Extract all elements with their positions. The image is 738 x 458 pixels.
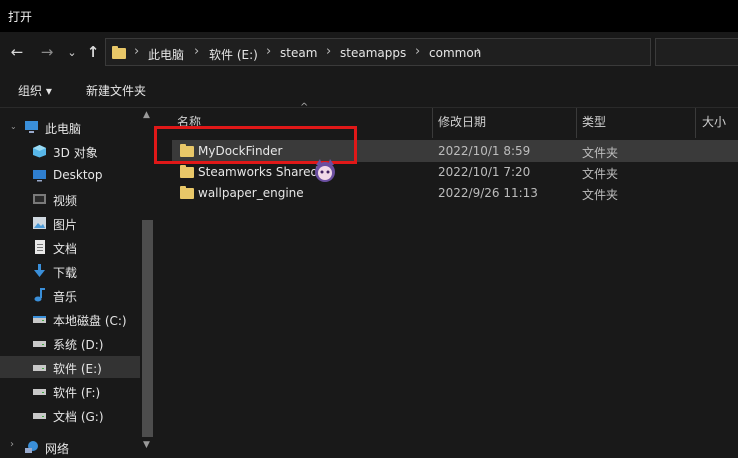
column-header-type[interactable]: 类型 — [582, 113, 606, 130]
file-date: 2022/10/1 8:59 — [438, 144, 531, 158]
network-icon — [25, 441, 38, 453]
folder-icon — [180, 165, 194, 178]
picture-icon — [33, 217, 46, 229]
sidebar-item-label: 3D 对象 — [53, 146, 98, 160]
sidebar-item-drive-c[interactable]: 本地磁盘 (C:) — [0, 308, 140, 330]
folder-icon — [180, 186, 194, 199]
chevron-right-icon: › — [326, 44, 332, 59]
sidebar-item-label: 软件 (F:) — [53, 386, 101, 400]
file-row[interactable]: wallpaper_engine 2022/9/26 11:13 文件夹 — [172, 182, 738, 204]
video-icon — [33, 194, 46, 204]
breadcrumb-steamapps[interactable]: steamapps — [340, 46, 406, 60]
file-row[interactable]: Steamworks Shared 2022/10/1 7:20 文件夹 — [172, 161, 738, 183]
sidebar-item-drive-e[interactable]: 软件 (E:) — [0, 356, 140, 378]
column-divider[interactable] — [576, 108, 577, 138]
column-divider[interactable] — [432, 108, 433, 138]
breadcrumb-this-pc[interactable]: 此电脑 — [148, 46, 184, 63]
column-header-date[interactable]: 修改日期 — [438, 113, 486, 130]
file-type: 文件夹 — [582, 188, 619, 202]
drive-icon — [33, 365, 46, 371]
file-date: 2022/10/1 7:20 — [438, 165, 531, 179]
sidebar-item-label: 图片 — [53, 218, 78, 232]
scroll-down-icon[interactable]: ▼ — [143, 440, 150, 450]
breadcrumb-drive-e[interactable]: 软件 (E:) — [209, 46, 258, 63]
scroll-up-icon[interactable]: ▲ — [143, 110, 150, 120]
sidebar-item-videos[interactable]: 视频 — [0, 188, 140, 210]
chevron-right-icon: › — [415, 44, 421, 59]
drive-icon — [33, 389, 46, 395]
download-icon — [34, 264, 45, 277]
search-input[interactable] — [655, 38, 738, 66]
sidebar-item-drive-d[interactable]: 系统 (D:) — [0, 332, 140, 354]
sidebar-item-label: Desktop — [53, 168, 103, 182]
scrollbar-thumb[interactable] — [142, 220, 153, 437]
sidebar-item-label: 网络 — [45, 442, 70, 456]
chevron-right-icon[interactable]: › — [10, 439, 14, 450]
sidebar-item-this-pc[interactable]: ⌄ 此电脑 — [0, 116, 140, 138]
sidebar-item-label: 软件 (E:) — [53, 362, 102, 376]
file-type: 文件夹 — [582, 167, 619, 181]
sidebar-item-label: 此电脑 — [45, 122, 82, 136]
sidebar-item-label: 系统 (D:) — [53, 338, 104, 352]
breadcrumb-steam[interactable]: steam — [280, 46, 317, 60]
cursor-pet-icon — [315, 159, 335, 182]
chevron-down-icon[interactable]: ⌄ — [10, 122, 17, 131]
chevron-right-icon: › — [134, 44, 140, 59]
pc-icon — [25, 121, 38, 133]
command-bar: 组织 ▾ 新建文件夹 — [0, 72, 738, 108]
desktop-icon — [33, 170, 46, 182]
sidebar-item-drive-f[interactable]: 软件 (F:) — [0, 380, 140, 402]
drive-icon — [33, 413, 46, 419]
sidebar-item-3d-objects[interactable]: 3D 对象 — [0, 140, 140, 162]
recent-locations-button[interactable]: ⌄ — [61, 32, 83, 72]
sort-ascending-icon: ^ — [300, 102, 309, 113]
up-button[interactable]: ↑ — [82, 32, 104, 72]
address-bar[interactable]: › 此电脑 › 软件 (E:) › steam › steamapps › co… — [105, 38, 706, 66]
chevron-right-icon: › — [266, 44, 272, 59]
sidebar-item-music[interactable]: 音乐 — [0, 284, 140, 306]
breadcrumb-common[interactable]: common — [429, 46, 481, 60]
file-name: wallpaper_engine — [198, 186, 304, 200]
back-button[interactable]: ← — [6, 32, 28, 72]
column-divider[interactable] — [695, 108, 696, 138]
chevron-right-icon: › — [476, 44, 482, 59]
navigation-pane: ⌄ 此电脑 3D 对象 Desktop 视频 图片 文档 下载 音乐 本地磁盘 … — [0, 108, 155, 457]
sidebar-item-network[interactable]: › 网络 — [0, 436, 140, 458]
drive-icon — [33, 341, 46, 347]
sidebar-item-label: 文档 — [53, 242, 78, 256]
sidebar-item-downloads[interactable]: 下载 — [0, 260, 140, 282]
navigation-bar: ← → ⌄ ↑ › 此电脑 › 软件 (E:) › steam › steama… — [0, 32, 738, 72]
window-title: 打开 — [8, 10, 33, 24]
organize-button[interactable]: 组织 ▾ — [18, 82, 52, 99]
sidebar-item-documents[interactable]: 文档 — [0, 236, 140, 258]
sidebar-item-label: 下载 — [53, 266, 78, 280]
new-folder-button[interactable]: 新建文件夹 — [86, 82, 146, 99]
sidebar-item-label: 本地磁盘 (C:) — [53, 314, 127, 328]
sidebar-item-pictures[interactable]: 图片 — [0, 212, 140, 234]
sidebar-item-label: 视频 — [53, 194, 78, 208]
sidebar-scrollbar[interactable]: ▲ ▼ — [140, 108, 155, 457]
file-name: Steamworks Shared — [198, 165, 319, 179]
title-bar: 打开 — [0, 0, 738, 32]
folder-icon — [112, 46, 126, 59]
sidebar-item-label: 音乐 — [53, 290, 78, 304]
document-icon — [35, 240, 45, 254]
music-icon — [34, 288, 45, 302]
cube-icon — [33, 145, 46, 158]
column-header-size[interactable]: 大小 — [702, 113, 726, 130]
file-date: 2022/9/26 11:13 — [438, 186, 538, 200]
drive-icon — [33, 316, 46, 323]
sidebar-item-desktop[interactable]: Desktop — [0, 164, 140, 186]
file-type: 文件夹 — [582, 146, 619, 160]
chevron-right-icon: › — [194, 44, 200, 59]
forward-button[interactable]: → — [36, 32, 58, 72]
sidebar-item-label: 文档 (G:) — [53, 410, 104, 424]
sidebar-item-drive-g[interactable]: 文档 (G:) — [0, 404, 140, 426]
